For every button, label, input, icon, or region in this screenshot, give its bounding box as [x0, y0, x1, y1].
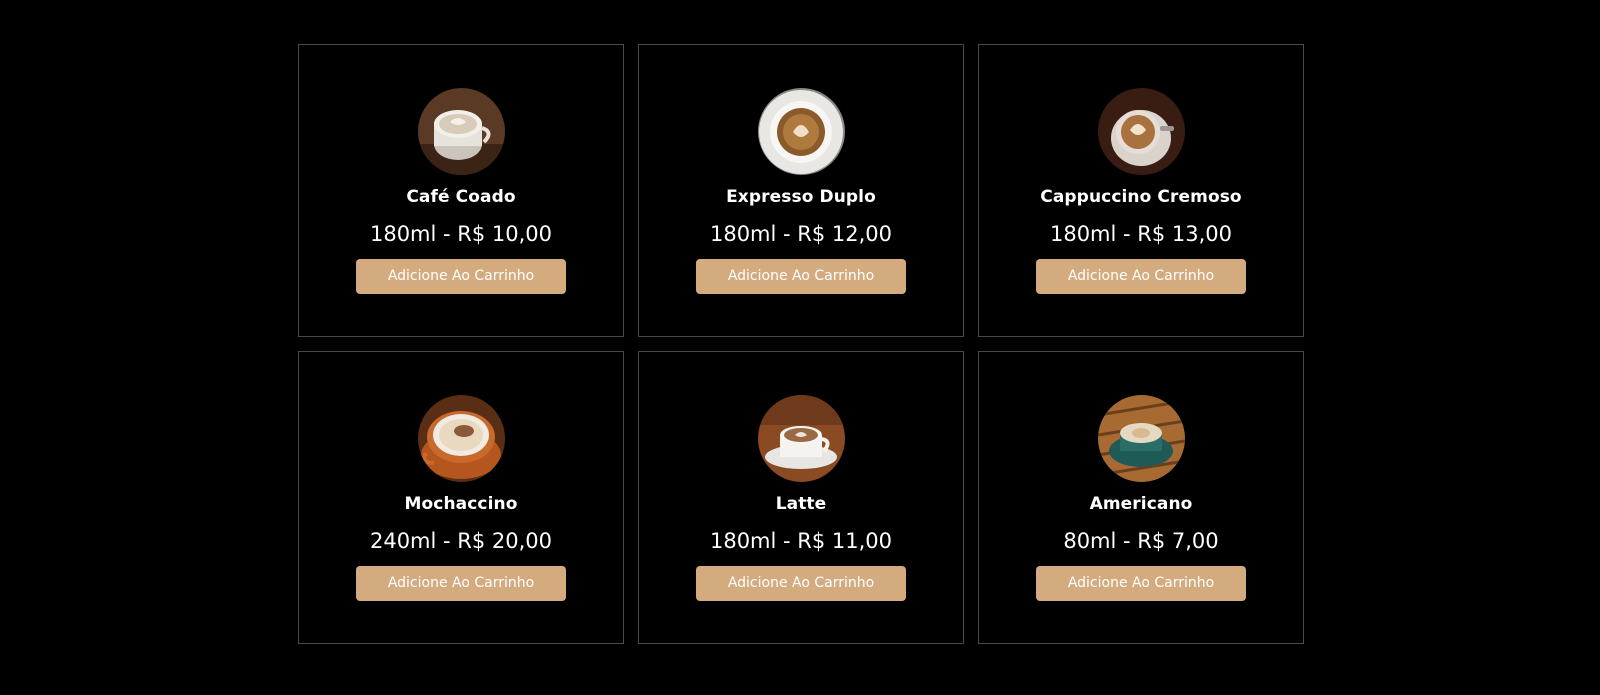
coffee-cup-icon	[1097, 88, 1185, 175]
product-grid: Café Coado 180ml - R$ 10,00 Adicione Ao …	[298, 44, 1304, 644]
product-name: Americano	[1089, 494, 1193, 514]
add-to-cart-button[interactable]: Adicione Ao Carrinho	[356, 566, 566, 601]
add-to-cart-button[interactable]: Adicione Ao Carrinho	[356, 259, 566, 294]
product-card-latte: Latte 180ml - R$ 11,00 Adicione Ao Carri…	[638, 351, 964, 644]
product-name: Cappuccino Cremoso	[1040, 187, 1242, 207]
coffee-cup-icon	[417, 88, 505, 175]
coffee-cup-icon	[757, 395, 845, 482]
product-card-expresso-duplo: Expresso Duplo 180ml - R$ 12,00 Adicione…	[638, 44, 964, 337]
add-to-cart-button[interactable]: Adicione Ao Carrinho	[1036, 566, 1246, 601]
product-card-mochaccino: Mochaccino 240ml - R$ 20,00 Adicione Ao …	[298, 351, 624, 644]
product-price: 240ml - R$ 20,00	[369, 529, 553, 553]
coffee-cup-icon	[417, 395, 505, 482]
product-price: 80ml - R$ 7,00	[1063, 529, 1219, 553]
product-price: 180ml - R$ 13,00	[1049, 222, 1233, 246]
product-name: Mochaccino	[404, 494, 518, 514]
product-name: Café Coado	[406, 187, 516, 207]
product-price: 180ml - R$ 12,00	[709, 222, 893, 246]
product-price: 180ml - R$ 10,00	[369, 222, 553, 246]
add-to-cart-button[interactable]: Adicione Ao Carrinho	[696, 259, 906, 294]
product-card-cafe-coado: Café Coado 180ml - R$ 10,00 Adicione Ao …	[298, 44, 624, 337]
product-price: 180ml - R$ 11,00	[709, 529, 893, 553]
add-to-cart-button[interactable]: Adicione Ao Carrinho	[696, 566, 906, 601]
product-name: Latte	[775, 494, 827, 514]
add-to-cart-button[interactable]: Adicione Ao Carrinho	[1036, 259, 1246, 294]
product-card-americano: Americano 80ml - R$ 7,00 Adicione Ao Car…	[978, 351, 1304, 644]
product-name: Expresso Duplo	[726, 187, 876, 207]
product-card-cappuccino-cremoso: Cappuccino Cremoso 180ml - R$ 13,00 Adic…	[978, 44, 1304, 337]
coffee-cup-icon	[1097, 395, 1185, 482]
coffee-cup-icon	[757, 88, 845, 175]
